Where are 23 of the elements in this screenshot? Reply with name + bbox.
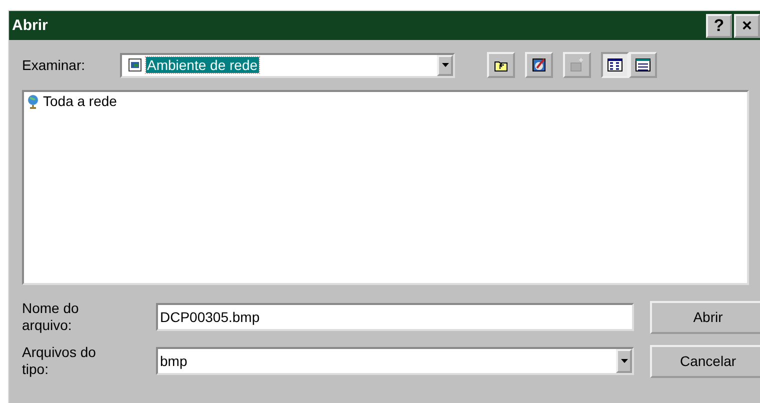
close-button[interactable]: × bbox=[734, 14, 760, 38]
file-name-label: Nome do arquivo: bbox=[22, 300, 80, 334]
file-type-dropdown[interactable]: bmp bbox=[156, 347, 634, 375]
details-view-icon bbox=[635, 57, 651, 73]
cancel-button[interactable]: Cancelar bbox=[650, 344, 760, 378]
toolbar-button[interactable] bbox=[601, 52, 629, 78]
list-item[interactable]: Toda a rede bbox=[43, 93, 117, 109]
toolbar-button[interactable] bbox=[487, 52, 515, 78]
look-in-dropdown[interactable]: Ambiente de rede bbox=[120, 52, 455, 78]
list-view-icon bbox=[607, 57, 623, 73]
toolbar-button[interactable] bbox=[525, 52, 553, 78]
new-folder-icon bbox=[569, 57, 585, 73]
globe-icon bbox=[26, 94, 40, 108]
file-type-label: Arquivos do tipo: bbox=[22, 344, 97, 378]
open-button[interactable]: Abrir bbox=[650, 300, 760, 334]
window-title: Abrir bbox=[12, 17, 48, 34]
help-button[interactable]: ? bbox=[706, 14, 732, 38]
file-name-field[interactable]: DCP00305.bmp bbox=[156, 303, 634, 331]
selected-location: Ambiente de rede bbox=[146, 57, 259, 73]
look-in-label: Examinar: bbox=[22, 57, 86, 73]
toolbar-button[interactable] bbox=[629, 52, 657, 78]
file-list[interactable]: Toda a rede bbox=[22, 90, 749, 285]
network-icon bbox=[128, 58, 142, 72]
